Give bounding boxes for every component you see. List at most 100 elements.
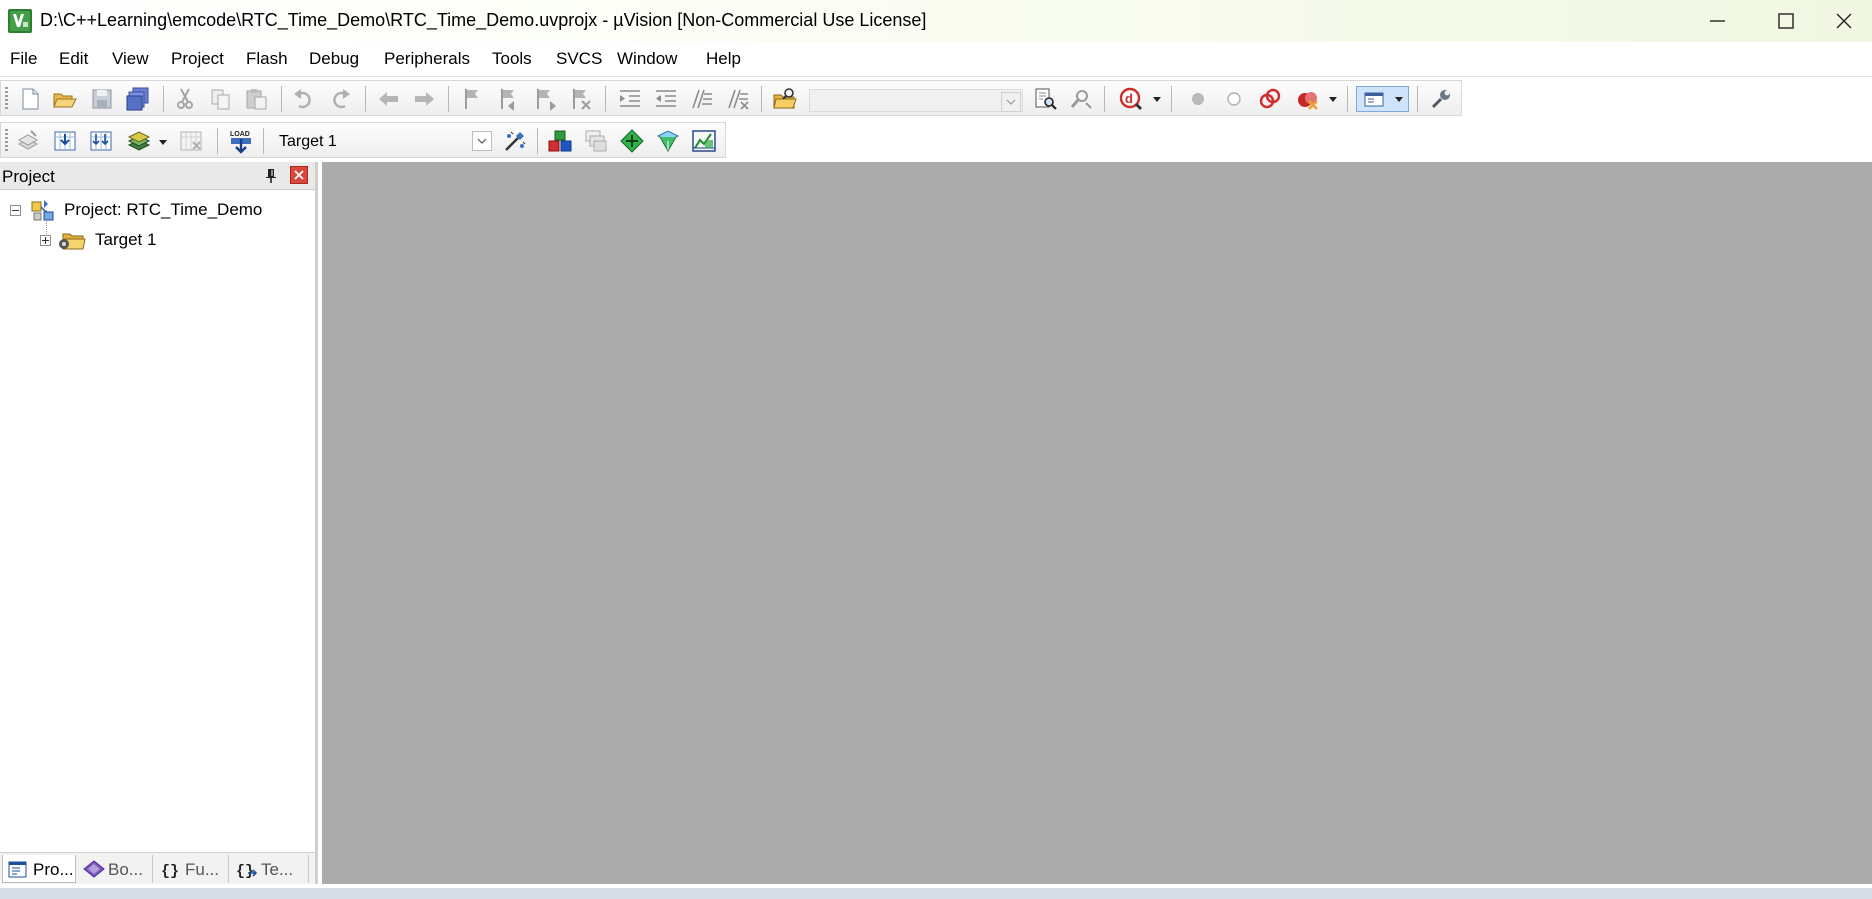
editor-area[interactable] [322,162,1872,884]
translate-button[interactable] [15,128,41,154]
incremental-find-button[interactable] [1068,86,1094,112]
project-panel-title: Project [2,167,55,186]
comment-button[interactable] [689,86,715,112]
navigate-back-icon [379,92,398,106]
expand-toggle[interactable] [40,235,51,246]
tab-books[interactable]: Bo... [78,855,153,883]
tab-project[interactable]: Pro... [2,855,76,883]
download-load-button[interactable]: LOAD [228,128,254,154]
menu-view[interactable]: View [112,49,149,69]
menu-file[interactable]: File [10,49,37,69]
select-pack-button[interactable] [619,128,645,154]
toolbar-separator [365,86,366,112]
load-label: LOAD [230,131,250,138]
rebuild-button[interactable] [88,128,114,154]
collapse-toggle[interactable] [10,205,21,216]
manage-components-button[interactable] [547,128,573,154]
manage-components-icon [548,130,572,152]
find-combobox[interactable] [809,89,1023,112]
tab-functions[interactable]: {} Fu... [155,855,229,883]
debug-session-dropdown[interactable] [1153,97,1161,102]
target-options-button[interactable] [502,128,528,154]
target-dropdown-button[interactable] [472,131,492,151]
translate-icon [17,130,39,150]
project-panel-close-button[interactable] [290,166,308,184]
menu-edit[interactable]: Edit [59,49,88,69]
window-title: D:\C++Learning\emcode\RTC_Time_Demo\RTC_… [40,10,927,30]
redo-button[interactable] [327,86,353,112]
menu-flash[interactable]: Flash [246,49,288,69]
disable-breakpoint-button[interactable] [1221,86,1247,112]
menu-peripherals[interactable]: Peripherals [384,49,470,69]
build-button[interactable] [52,128,78,154]
target-select-value: Target 1 [279,133,337,150]
menu-tools[interactable]: Tools [492,49,532,69]
paste-button[interactable] [244,86,270,112]
tab-books-label: Bo... [108,860,143,879]
next-bookmark-button[interactable] [532,86,558,112]
find-button[interactable] [1032,86,1058,112]
clear-bookmarks-button[interactable] [568,86,594,112]
minimize-button[interactable] [1690,0,1746,42]
minimize-icon [1710,20,1725,22]
bookmark-icon [465,89,478,109]
open-file-button[interactable] [52,86,78,112]
window-layout-dropdown[interactable] [1395,97,1403,102]
navigate-back-button[interactable] [376,86,402,112]
find-in-files-button[interactable] [772,86,798,112]
tab-templates-label: Te... [261,860,294,879]
menu-project[interactable]: Project [171,49,224,69]
menu-bar: File Edit View Project Flash Debug Perip… [0,42,1872,77]
close-window-button[interactable] [1816,0,1872,42]
stop-build-icon [180,131,202,151]
target-select[interactable]: Target 1 [271,129,493,153]
menu-help[interactable]: Help [706,49,741,69]
kill-all-button[interactable] [1295,86,1321,112]
tab-templates[interactable]: {} Te... [231,855,309,883]
status-bar [0,888,1872,899]
prev-bookmark-icon [501,89,514,111]
maximize-button[interactable] [1758,0,1814,42]
indent-button[interactable] [617,86,643,112]
kill-breakpoints-button[interactable] [1257,86,1283,112]
uncomment-button[interactable] [725,86,751,112]
debug-session-button[interactable]: d [1118,86,1144,112]
bookmark-button[interactable] [460,86,486,112]
tree-node-target[interactable]: Target 1 [0,228,315,252]
uvision-app-icon[interactable] [8,9,32,33]
kill-all-dropdown[interactable] [1329,97,1337,102]
cut-button[interactable] [172,86,198,112]
menu-debug[interactable]: Debug [309,49,359,69]
toolbar-grip[interactable] [5,129,8,153]
menu-svcs[interactable]: SVCS [556,49,602,69]
disable-breakpoint-icon [1227,92,1241,106]
target-folder-icon [59,233,86,250]
event-recorder-button[interactable] [691,128,717,154]
unindent-button[interactable] [653,86,679,112]
manage-project-items-button[interactable] [583,128,609,154]
tree-node-project[interactable]: Project: RTC_Time_Demo [0,198,315,222]
menu-window[interactable]: Window [617,49,677,69]
stop-build-button[interactable] [178,128,204,154]
project-panel: Project Project: RTC_Time_Demo Target 1 [0,162,318,884]
pack-installer-button[interactable] [655,128,681,154]
pin-icon[interactable] [264,168,278,184]
batch-build-dropdown[interactable] [159,140,167,145]
indent-icon [620,90,640,107]
find-dropdown-button[interactable] [1001,92,1021,112]
redo-icon [333,89,350,109]
copy-button[interactable] [208,86,234,112]
prev-bookmark-button[interactable] [496,86,522,112]
breakpoint-button[interactable] [1185,86,1211,112]
toolbar-grip[interactable] [5,87,8,111]
next-bookmark-icon [537,89,556,111]
save-all-button[interactable] [125,86,151,112]
configure-button[interactable] [1428,86,1454,112]
new-file-button[interactable] [17,86,43,112]
navigate-forward-button[interactable] [411,86,437,112]
save-button[interactable] [89,86,115,112]
window-layout-button[interactable] [1356,86,1409,112]
undo-button[interactable] [291,86,317,112]
batch-build-button[interactable] [126,128,152,154]
kill-breakpoints-icon [1259,88,1281,109]
